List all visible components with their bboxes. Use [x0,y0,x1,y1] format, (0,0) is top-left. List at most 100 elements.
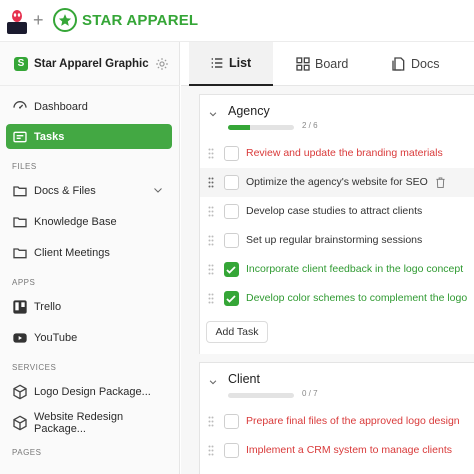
task-checkbox[interactable] [224,414,239,429]
task-checkbox[interactable] [224,204,239,219]
task-row[interactable]: Review and update the branding materials [200,139,474,168]
task-title[interactable]: Develop color schemes to complement the … [246,292,467,304]
sidebar-item-label: YouTube [34,331,78,344]
list-icon [211,58,223,68]
group-header[interactable]: Agency 2 / 6 [200,95,474,135]
tab-board[interactable]: Board [295,42,348,86]
drag-handle-icon[interactable] [208,148,214,159]
trello-icon [13,299,27,314]
workspace-selector[interactable]: S Star Apparel Graphic De... [0,42,180,86]
sidebar-item-website-redesign-package[interactable]: Website Redesign Package... [6,410,172,435]
task-group-agency: Agency 2 / 6 Review and update the brand… [199,94,474,354]
task-row[interactable]: Implement a CRM system to manage clients [200,436,474,465]
group-title: Client [228,372,260,386]
task-title[interactable]: Set up regular brainstorming sessions [246,234,422,246]
sidebar-item-label: Knowledge Base [34,215,117,228]
drag-handle-icon[interactable] [208,177,214,188]
add-workspace-icon[interactable]: + [33,9,44,31]
task-checkbox[interactable] [224,233,239,248]
brand-name: STAR APPAREL [82,11,199,29]
workspace-badge: S [14,56,28,71]
group-progress-bar [228,125,294,130]
tab-docs[interactable]: Docs [391,42,439,86]
progress-fill [228,125,250,130]
drag-handle-icon[interactable] [208,264,214,275]
task-checkbox[interactable] [224,146,239,161]
view-tabs: List Board Docs [181,42,474,86]
check-icon [226,266,236,274]
tab-list[interactable]: List [189,42,273,86]
sidebar-item-tasks[interactable]: Tasks [6,124,172,149]
drag-handle-icon[interactable] [208,445,214,456]
dashboard-icon [13,100,27,109]
workspace-name: Star Apparel Graphic De... [34,57,152,70]
cool-beans-logo[interactable] [6,8,28,34]
task-row[interactable]: Optimize the agency's website for SEO [200,168,474,197]
folder-icon [13,247,27,258]
chevron-down-icon[interactable] [208,377,218,387]
sidebar-item-youtube[interactable]: YouTube [6,325,172,350]
group-count: 2 / 6 [302,121,318,130]
task-title[interactable]: Review and update the branding materials [246,147,443,159]
top-bar: + STAR APPAREL [0,0,474,42]
task-row[interactable]: Incorporate client feedback in the logo … [200,255,474,284]
group-count: 0 / 7 [302,389,318,398]
task-title[interactable]: Incorporate client feedback in the logo … [246,263,463,275]
drag-handle-icon[interactable] [208,416,214,427]
add-task-button[interactable]: Add Task [206,321,268,343]
star-icon [53,8,77,32]
brand[interactable]: STAR APPAREL [53,8,198,32]
task-row[interactable]: Develop case studies to attract clients [200,197,474,226]
task-group-client: Client 0 / 7 Prepare final files of the … [199,362,474,474]
sidebar-item-logo-design-package[interactable]: Logo Design Package... [6,379,172,404]
check-icon [226,295,236,303]
group-header[interactable]: Client 0 / 7 [200,363,474,403]
task-checkbox-checked[interactable] [224,291,239,306]
task-row[interactable]: Develop color schemes to complement the … [200,284,474,313]
task-title[interactable]: Implement a CRM system to manage clients [246,444,452,456]
sidebar-item-label: Client Meetings [34,246,110,259]
group-progress-bar [228,393,294,398]
board-icon [296,57,310,71]
task-checkbox[interactable] [224,175,239,190]
section-apps: APPS [12,278,36,287]
chevron-down-icon[interactable] [208,109,218,119]
task-row[interactable]: Prepare final files of the approved logo… [200,407,474,436]
drag-handle-icon[interactable] [208,206,214,217]
docs-icon [392,57,405,71]
sidebar-item-label: Website Redesign Package... [34,410,124,435]
section-services: SERVICES [12,363,57,372]
drag-handle-icon[interactable] [208,235,214,246]
sidebar: S Star Apparel Graphic De... Dashboard T… [0,42,180,474]
sidebar-item-docs-files[interactable]: Docs & Files [6,178,172,203]
folder-icon [13,216,27,227]
sidebar-item-label: Dashboard [34,100,88,113]
drag-handle-icon[interactable] [208,293,214,304]
sidebar-item-trello[interactable]: Trello [6,294,172,319]
sidebar-item-client-meetings[interactable]: Client Meetings [6,240,172,265]
task-checkbox-checked[interactable] [224,262,239,277]
task-title[interactable]: Optimize the agency's website for SEO [246,176,428,188]
group-title: Agency [228,104,270,118]
sidebar-item-label: Trello [34,300,62,313]
sidebar-item-label: Tasks [34,130,65,143]
gear-icon[interactable] [155,57,169,71]
chevron-down-icon[interactable] [152,184,164,196]
package-icon [13,415,27,430]
section-files: FILES [12,162,37,171]
sidebar-item-dashboard[interactable]: Dashboard [6,94,172,119]
sidebar-item-label: Logo Design Package... [34,385,151,398]
main-panel: List Board Docs Agency 2 / 6 Review and … [181,42,474,474]
task-title[interactable]: Prepare final files of the approved logo… [246,415,460,427]
task-row[interactable]: Set up regular brainstorming sessions [200,226,474,255]
sidebar-item-label: Docs & Files [34,184,96,197]
task-title[interactable]: Develop case studies to attract clients [246,205,422,217]
youtube-icon [13,332,27,343]
package-icon [13,384,27,399]
trash-icon[interactable] [435,176,446,189]
sidebar-item-knowledge-base[interactable]: Knowledge Base [6,209,172,234]
folder-icon [13,185,27,196]
task-list-content: Agency 2 / 6 Review and update the brand… [181,86,474,474]
section-pages: PAGES [12,448,42,457]
task-checkbox[interactable] [224,443,239,458]
